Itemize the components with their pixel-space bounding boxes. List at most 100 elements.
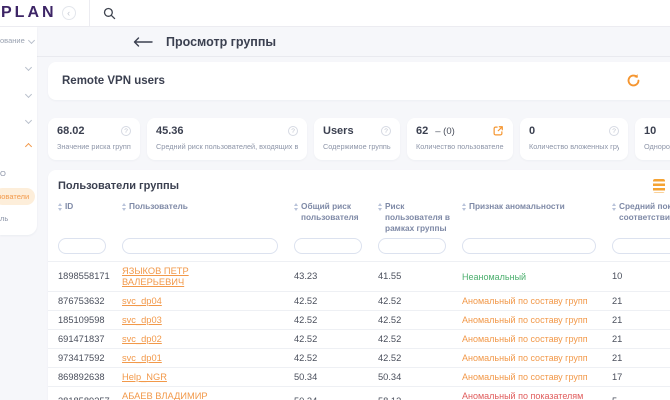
stat-card: 0 ? Количество вложенных групп [520, 118, 628, 160]
cell-match-percent: 21 [612, 311, 670, 329]
help-icon[interactable]: ? [381, 126, 391, 136]
cell-risk-total: 42.52 [294, 330, 378, 348]
user-link[interactable]: svc_dp03 [122, 315, 162, 326]
sidebar-subitem-1[interactable]: О [0, 169, 6, 178]
column-header-label: Риск пользователя в рамках группы [385, 201, 452, 233]
cell-user-link: svc_dp04 [122, 292, 294, 310]
table-row[interactable]: 973417592 svc_dp01 42.52 42.52 Аномальны… [48, 348, 670, 367]
user-link[interactable]: АБАЕВ ВЛАДИМИР ИМАМУТДИНОВИЧ [122, 391, 244, 400]
filter-input[interactable] [462, 238, 596, 254]
stat-caption: Средний риск пользователей, входящих в г… [156, 142, 298, 151]
stat-value: 45.36 [156, 125, 184, 137]
cell-user-link: svc_dp03 [122, 311, 294, 329]
sort-icon [462, 203, 466, 211]
user-link[interactable]: svc_dp02 [122, 334, 162, 345]
stat-caption: Однородность [644, 142, 670, 151]
stat-caption: Количество вложенных групп [529, 142, 619, 151]
table-row[interactable]: 185109598 svc_dp03 42.52 42.52 Аномальны… [48, 310, 670, 329]
sidebar-item-modeling[interactable]: ование [0, 36, 37, 45]
cell-user-link: svc_dp02 [122, 330, 294, 348]
sidebar-item-4[interactable] [0, 118, 37, 123]
cell-risk-total: 42.52 [294, 311, 378, 329]
group-users-table-card: Пользователи группы ID Пользователь Общи… [48, 170, 670, 400]
column-header[interactable]: Общий риск пользователя [294, 201, 378, 223]
cell-risk-in-group: 42.52 [378, 311, 462, 329]
column-header[interactable]: Риск пользователя в рамках группы [378, 201, 462, 233]
sort-icon [58, 203, 62, 211]
back-arrow-icon[interactable] [133, 37, 153, 47]
column-header-label: Признак аномальности [469, 201, 565, 212]
brand-logo: PLAN [0, 4, 57, 22]
stat-caption: Содержимое группы [323, 142, 391, 151]
cell-risk-total: 43.23 [294, 268, 378, 286]
column-header[interactable]: Пользователь [122, 201, 294, 212]
table-row[interactable]: 1898558171 ЯЗЫКОВ ПЕТР ВАЛЕРЬЕВИЧ 43.23 … [48, 261, 670, 291]
cell-anomaly-status: Аномальный по показателям соответствия и… [462, 387, 612, 400]
cell-user-id: 876753632 [58, 292, 122, 310]
filter-input[interactable] [378, 238, 446, 254]
cell-match-percent: 10 [612, 268, 670, 286]
user-link[interactable]: ЯЗЫКОВ ПЕТР ВАЛЕРЬЕВИЧ [122, 266, 244, 288]
stats-row: 68.02 ? Значение риска группы 45.36 ? Ср… [48, 118, 670, 160]
external-link-icon[interactable] [492, 125, 504, 137]
stat-card: 62 – (0) Количество пользователей [407, 118, 513, 160]
table-header-row: ID Пользователь Общий риск пользователя … [48, 201, 670, 233]
filter-input[interactable] [122, 238, 278, 254]
chevron-down-icon [25, 91, 32, 98]
cell-anomaly-status: Аномальный по составу групп [462, 368, 612, 386]
stat-value: 0 [529, 125, 535, 137]
stat-card: 10 Однородность [635, 118, 670, 160]
stat-caption: Значение риска группы [57, 142, 131, 151]
sidebar-item-expanded[interactable] [0, 144, 37, 149]
filter-input[interactable] [58, 238, 106, 254]
table-row[interactable]: 869892638 Help_NGR 50.34 50.34 Аномальны… [48, 367, 670, 386]
table-row[interactable]: 876753632 svc_dp04 42.52 42.52 Аномальны… [48, 291, 670, 310]
group-name: Remote VPN users [62, 75, 165, 87]
chevron-down-icon [28, 37, 35, 44]
sidebar-collapse-button[interactable]: ‹ [62, 6, 76, 20]
help-icon[interactable]: ? [288, 126, 298, 136]
user-link[interactable]: svc_dp01 [122, 353, 162, 364]
sort-icon [122, 203, 126, 211]
table-row[interactable]: 691471837 svc_dp02 42.52 42.52 Аномальны… [48, 329, 670, 348]
cell-user-id: 869892638 [58, 368, 122, 386]
table-title: Пользователи группы [58, 180, 670, 192]
sidebar-subitem-users-active[interactable]: ьзователи [0, 188, 35, 205]
filter-input[interactable] [612, 238, 670, 254]
table-row[interactable]: 3818589357 АБАЕВ ВЛАДИМИР ИМАМУТДИНОВИЧ … [48, 386, 670, 400]
cell-user-link: Help_NGR [122, 368, 294, 386]
help-icon[interactable]: ? [609, 126, 619, 136]
group-card: Remote VPN users [48, 62, 670, 100]
sidebar-item-2[interactable] [0, 65, 37, 70]
cell-risk-in-group: 42.52 [378, 292, 462, 310]
cell-match-percent: 5 [612, 393, 670, 400]
cell-user-link: svc_dp01 [122, 349, 294, 367]
sidebar-item-3[interactable] [0, 92, 37, 97]
cell-user-id: 691471837 [58, 330, 122, 348]
user-link[interactable]: svc_dp04 [122, 296, 162, 307]
column-header-label: Общий риск пользователя [301, 201, 368, 223]
search-icon[interactable] [103, 7, 116, 20]
cell-risk-in-group: 41.55 [378, 268, 462, 286]
sidebar-subitem-3[interactable]: ль [0, 214, 8, 223]
cell-risk-in-group: 58.13 [378, 393, 462, 400]
table-filter-row [48, 238, 670, 261]
cell-user-link: АБАЕВ ВЛАДИМИР ИМАМУТДИНОВИЧ [122, 387, 294, 400]
cell-user-id: 185109598 [58, 311, 122, 329]
column-header[interactable]: Средний показатель соответствия (%) [612, 201, 670, 223]
help-icon[interactable]: ? [121, 126, 131, 136]
stat-value: 62 [416, 125, 428, 137]
user-link[interactable]: Help_NGR [122, 372, 167, 383]
column-header[interactable]: ID [58, 201, 122, 212]
stat-value: 68.02 [57, 125, 85, 137]
refresh-icon[interactable] [626, 73, 641, 88]
column-header[interactable]: Признак аномальности [462, 201, 612, 212]
page-title-bar: Просмотр группы [37, 27, 670, 57]
column-settings-icon[interactable] [653, 179, 665, 193]
cell-risk-total: 42.52 [294, 349, 378, 367]
topbar-divider [89, 0, 90, 27]
cell-risk-in-group: 50.34 [378, 368, 462, 386]
filter-input[interactable] [294, 238, 362, 254]
chevron-down-icon [25, 117, 32, 124]
sidebar: ование О ьзователи ль [0, 27, 37, 235]
